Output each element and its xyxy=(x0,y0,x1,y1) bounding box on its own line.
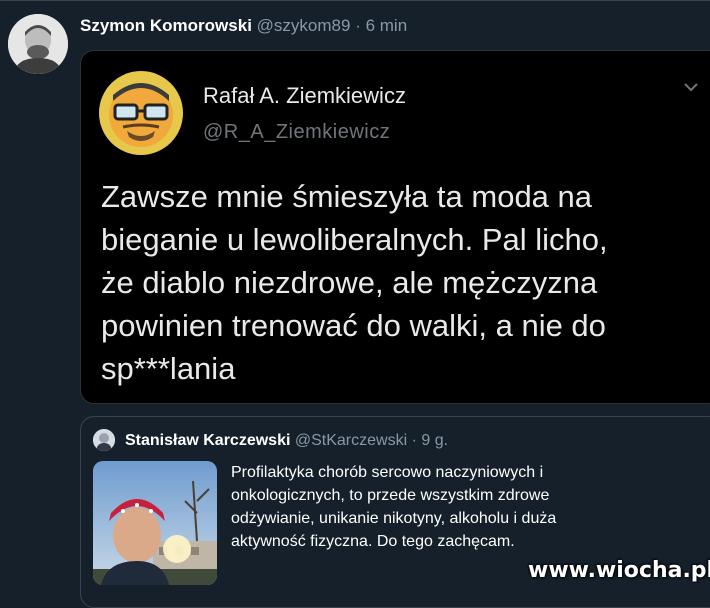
tweet-time[interactable]: 6 min xyxy=(366,16,408,35)
author-handle[interactable]: @szykom89 xyxy=(257,16,351,35)
user-avatar-icon xyxy=(8,14,68,74)
author-avatar[interactable] xyxy=(8,14,68,74)
chevron-down-icon xyxy=(684,83,698,92)
quoted-author-handle: @StKarczewski xyxy=(294,432,408,449)
quoted-tweet-text: Profilaktyka chorób sercowo naczyniowych… xyxy=(231,461,651,553)
author-name[interactable]: Szymon Komorowski xyxy=(80,16,252,35)
tweet-header: Szymon Komorowski @szykom89 · 6 min xyxy=(80,16,407,36)
quoted-text-line: Profilaktyka chorób sercowo naczyniowych… xyxy=(231,464,544,481)
separator-dot: · xyxy=(411,432,417,449)
quoted-tweet-photo[interactable] xyxy=(93,461,217,585)
quoted-text-line: aktywność fizyczna. Do tego zachęcam. xyxy=(231,533,515,550)
separator-dot: · xyxy=(355,16,361,35)
screenshot-text-line: powinien trenować do walki, a nie do xyxy=(101,308,606,343)
quoted-tweet-header: Stanisław Karczewski @StKarczewski · 9 g… xyxy=(125,432,448,450)
embedded-tweet-screenshot[interactable]: Rafał A. Ziemkiewicz @R_A_Ziemkiewicz Za… xyxy=(80,50,710,404)
screenshot-avatar xyxy=(99,71,183,155)
quoted-tweet-time: 9 g. xyxy=(421,432,449,449)
screenshot-text-line: bieganie u lewoliberalnych. Pal licho, xyxy=(101,222,608,257)
user-avatar-icon xyxy=(93,429,115,451)
screenshot-author-name: Rafał A. Ziemkiewicz xyxy=(203,83,406,108)
quoted-text-line: odżywianie, unikanie nikotyny, alkoholu … xyxy=(231,510,557,527)
cartoon-avatar-icon xyxy=(99,71,183,155)
quoted-author-avatar xyxy=(93,429,115,451)
quoted-author-name: Stanisław Karczewski xyxy=(125,432,291,449)
screenshot-text-line: sp***lania xyxy=(101,351,236,386)
screenshot-author-handle: @R_A_Ziemkiewicz xyxy=(203,121,391,143)
screenshot-text-line: że diablo niezdrowe, ale mężczyzna xyxy=(101,265,598,300)
screenshot-text-line: Zawsze mnie śmieszyła ta moda na xyxy=(101,179,593,214)
screenshot-tweet-text: Zawsze mnie śmieszyła ta moda na biegani… xyxy=(101,175,661,390)
top-divider xyxy=(0,0,710,1)
quoted-text-line: onkologicznych, to przede wszystkim zdro… xyxy=(231,487,550,504)
photo-runner-icon xyxy=(93,461,217,585)
site-watermark: www.wiocha.pl xyxy=(528,558,710,583)
